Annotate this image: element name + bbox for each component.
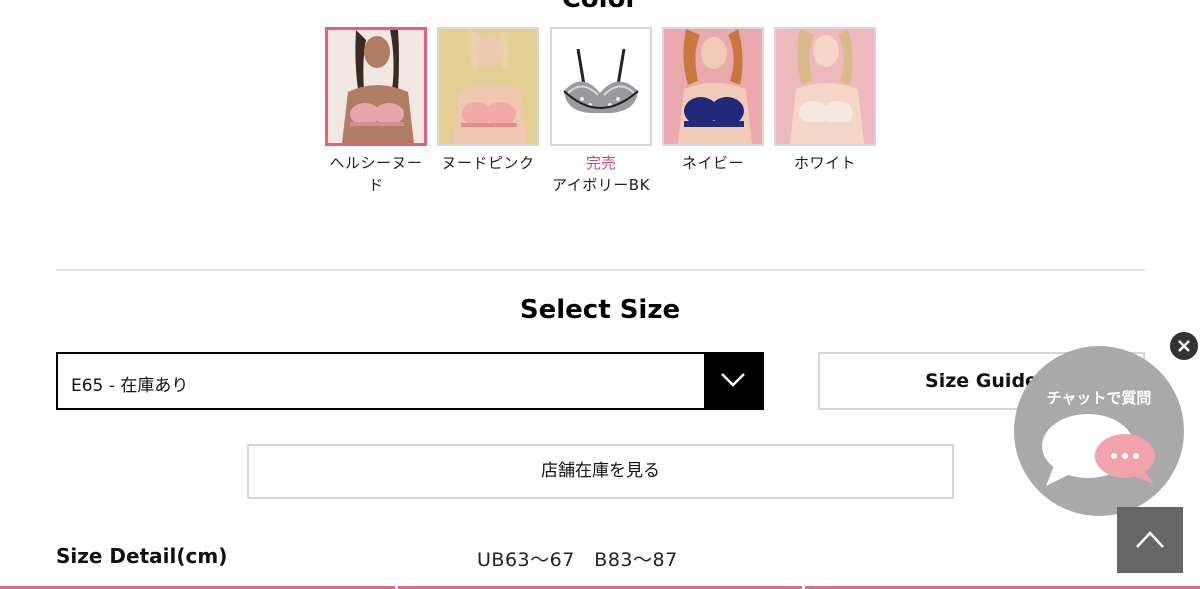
store-stock-button[interactable]: 店舗在庫を見る bbox=[247, 444, 954, 499]
chevron-up-icon bbox=[1136, 531, 1164, 548]
chat-bubble-icon bbox=[1042, 414, 1155, 486]
color-swatch-nude-pink[interactable]: ヌードピンク bbox=[437, 27, 539, 174]
swatch-image bbox=[550, 27, 652, 146]
swatch-label: ネイビー bbox=[681, 154, 744, 172]
chat-label: チャットで質問 bbox=[1046, 389, 1152, 407]
color-swatch-ivory-bk[interactable]: 完売 アイボリーBK bbox=[550, 27, 652, 196]
swatch-label: ホワイト bbox=[793, 154, 856, 172]
color-swatch-list: ヘルシーヌード ヌードピンク 完売 アイボリーBK ネイビー ホワイト bbox=[325, 27, 885, 227]
swatch-label: ヌードピンク bbox=[441, 154, 535, 172]
back-to-top-button[interactable] bbox=[1117, 507, 1183, 573]
soldout-label: 完売 bbox=[585, 154, 616, 172]
swatch-image bbox=[437, 27, 539, 146]
swatch-image bbox=[662, 27, 764, 146]
chevron-down-icon bbox=[721, 373, 745, 387]
swatch-label: アイボリーBK bbox=[552, 176, 650, 194]
swatch-image bbox=[325, 27, 427, 146]
color-swatch-white[interactable]: ホワイト bbox=[774, 27, 876, 174]
color-swatch-navy[interactable]: ネイビー bbox=[662, 27, 764, 174]
close-icon bbox=[1178, 340, 1190, 352]
dropdown-toggle[interactable] bbox=[704, 354, 762, 408]
swatch-label: ヘルシーヌード bbox=[329, 154, 423, 194]
color-section-heading: Color bbox=[0, 0, 1200, 14]
size-select-value: E65 - 在庫あり bbox=[71, 376, 189, 396]
chat-widget[interactable]: チャットで質問 bbox=[1014, 346, 1184, 516]
chat-close-button[interactable] bbox=[1168, 330, 1200, 362]
size-detail-label: Size Detail(cm) bbox=[56, 544, 228, 568]
select-size-title: Select Size bbox=[519, 295, 681, 325]
color-swatch-healthy-nude[interactable]: ヘルシーヌード bbox=[325, 27, 427, 196]
size-detail-value: UB63〜67 B83〜87 bbox=[477, 549, 678, 571]
section-divider bbox=[56, 269, 1145, 271]
size-select-dropdown[interactable]: E65 - 在庫あり bbox=[56, 352, 764, 410]
swatch-image bbox=[774, 27, 876, 146]
